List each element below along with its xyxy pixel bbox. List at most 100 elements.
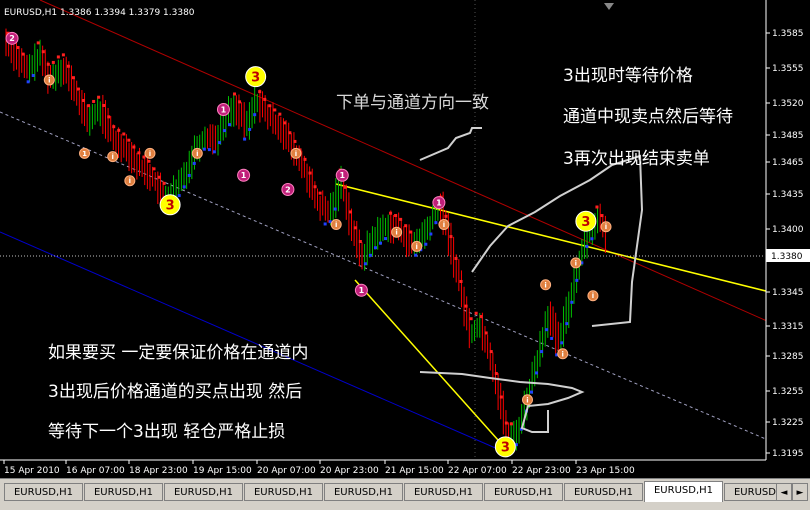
indicator-dot bbox=[253, 113, 257, 117]
indicator-dot bbox=[545, 328, 549, 332]
chart-tab-bar: EURUSD,H1 EURUSD,H1 EURUSD,H1 EURUSD,H1 EURU… bbox=[0, 478, 810, 510]
y-tick-label: 1.3315 bbox=[772, 322, 804, 332]
signal-marker-magenta: 1 bbox=[237, 168, 251, 182]
x-tick-label: 18 Apr 23:00 bbox=[129, 466, 188, 476]
indicator-dot bbox=[459, 279, 463, 283]
indicator-dot bbox=[323, 222, 327, 226]
signal-marker-label: 1 bbox=[436, 198, 442, 207]
indicator-dot bbox=[268, 104, 272, 108]
signal-marker-orange: i bbox=[43, 74, 55, 86]
indicator-dot bbox=[273, 108, 277, 112]
signal-marker-orange: i bbox=[600, 221, 612, 233]
y-tick-label: 1.3585 bbox=[772, 29, 804, 39]
indicator-dot bbox=[107, 115, 111, 119]
indicator-dot bbox=[122, 132, 126, 136]
y-tick-label: 1.3345 bbox=[772, 288, 804, 298]
tab-scroll-right-button[interactable]: ► bbox=[792, 483, 808, 501]
indicator-dot bbox=[26, 80, 30, 84]
indicator-dot bbox=[504, 421, 508, 425]
indicator-dot bbox=[600, 214, 604, 218]
indicator-dot bbox=[313, 185, 317, 189]
chart-tab[interactable]: EURUSD,H1 bbox=[644, 481, 723, 502]
indicator-dot bbox=[434, 221, 438, 225]
indicator-dot bbox=[112, 125, 116, 129]
signal-marker-label: i bbox=[196, 150, 198, 158]
chart-tab[interactable]: EURUSD,H1 bbox=[564, 483, 643, 501]
indicator-dot bbox=[263, 97, 267, 101]
signal-marker-label: 1 bbox=[359, 286, 365, 295]
indicator-dot bbox=[368, 253, 372, 257]
signal-marker-yellow: 3 bbox=[575, 210, 597, 232]
indicator-dot bbox=[565, 322, 569, 326]
signal-marker-label: i bbox=[416, 243, 418, 251]
indicator-dot bbox=[212, 150, 216, 154]
chart-tab[interactable]: EURUSD,H1 bbox=[84, 483, 163, 501]
indicator-dot bbox=[585, 244, 589, 248]
signal-marker-label: i bbox=[395, 229, 397, 237]
signal-marker-label: 2 bbox=[285, 185, 291, 194]
chart-shift-marker[interactable] bbox=[604, 3, 614, 10]
indicator-dot bbox=[363, 262, 367, 266]
indicator-dot bbox=[182, 185, 186, 189]
chart-tab[interactable]: EURUSD,H1 bbox=[324, 483, 403, 501]
indicator-dot bbox=[373, 246, 377, 250]
chart-window[interactable]: 2 i 1 i i i 3 i 1 3 1 2 i 1 i 1 i i 1 i i i i i 3 i 3 i 下单与通道方向一致 3出… bbox=[0, 0, 810, 478]
signal-marker-label: 1 bbox=[221, 105, 227, 114]
indicator-dot bbox=[394, 213, 398, 217]
signal-marker-orange: i bbox=[107, 151, 119, 163]
x-tick-label: 22 Apr 23:00 bbox=[512, 466, 571, 476]
signal-marker-orange: i bbox=[540, 279, 552, 291]
indicator-dot bbox=[389, 211, 393, 215]
indicator-dot bbox=[31, 73, 35, 77]
indicator-dot bbox=[358, 240, 362, 243]
annotation-text: 3出现时等待价格 bbox=[563, 66, 693, 86]
signal-marker-magenta: 1 bbox=[354, 283, 368, 297]
tab-scroll-left-button[interactable]: ◄ bbox=[776, 483, 792, 501]
indicator-dot bbox=[414, 253, 418, 257]
y-tick: 1.3585 bbox=[766, 29, 804, 39]
chart-tab[interactable]: EURUSD,H1 bbox=[4, 483, 83, 501]
x-tick-label: 20 Apr 23:00 bbox=[320, 466, 379, 476]
x-tick-label: 20 Apr 07:00 bbox=[257, 466, 316, 476]
signal-marker-label: i bbox=[295, 150, 297, 158]
indicator-dot bbox=[283, 121, 287, 125]
chart-tab[interactable]: EURUSD,H1 bbox=[484, 483, 563, 501]
indicator-dot bbox=[278, 112, 282, 116]
y-tick: 1.3400 bbox=[766, 225, 804, 235]
indicator-dot bbox=[404, 224, 408, 228]
indicator-dot bbox=[132, 145, 136, 149]
indicator-dot bbox=[575, 278, 579, 282]
indicator-dot bbox=[590, 237, 594, 241]
signal-marker-label: 3 bbox=[251, 70, 260, 85]
indicator-dot bbox=[484, 331, 488, 335]
signal-marker-magenta: 2 bbox=[281, 182, 295, 196]
indicator-dot bbox=[248, 127, 252, 131]
indicator-dot bbox=[66, 64, 70, 68]
indicator-dot bbox=[399, 217, 403, 221]
x-tick-label: 22 Apr 07:00 bbox=[448, 466, 507, 476]
channel-lower-line bbox=[0, 231, 501, 451]
signal-marker-magenta: 1 bbox=[216, 103, 230, 117]
indicator-dot bbox=[308, 171, 312, 175]
y-tick: 1.3520 bbox=[766, 99, 804, 109]
y-tick-label: 1.3225 bbox=[772, 418, 804, 428]
indicator-dot bbox=[82, 98, 86, 102]
price-chart[interactable]: 2 i 1 i i i 3 i 1 3 1 2 i 1 i 1 i i 1 i i i i i 3 i 3 i 下单与通道方向一致 3出… bbox=[0, 0, 810, 478]
signal-marker-magenta: 1 bbox=[335, 168, 349, 182]
chart-tab[interactable]: EURUSD,H1 bbox=[404, 483, 483, 501]
signal-marker-label: i bbox=[562, 350, 564, 358]
indicator-dot bbox=[353, 226, 357, 230]
indicator-dot bbox=[217, 141, 221, 145]
guide-exit-path bbox=[471, 154, 644, 327]
indicator-dot bbox=[157, 175, 161, 179]
chart-tab[interactable]: EURUSD,H1 bbox=[164, 483, 243, 501]
indicator-dot bbox=[97, 95, 101, 99]
indicator-dot bbox=[348, 210, 352, 214]
x-tick-label: 23 Apr 15:00 bbox=[576, 466, 635, 476]
signal-marker-orange: i bbox=[521, 394, 533, 406]
indicator-dot bbox=[56, 55, 60, 59]
hand-drawn-guides bbox=[419, 127, 644, 433]
y-tick-label: 1.3285 bbox=[772, 352, 804, 362]
chart-tab[interactable]: EURUSD,H1 bbox=[244, 483, 323, 501]
y-tick: 1.3435 bbox=[766, 190, 804, 200]
